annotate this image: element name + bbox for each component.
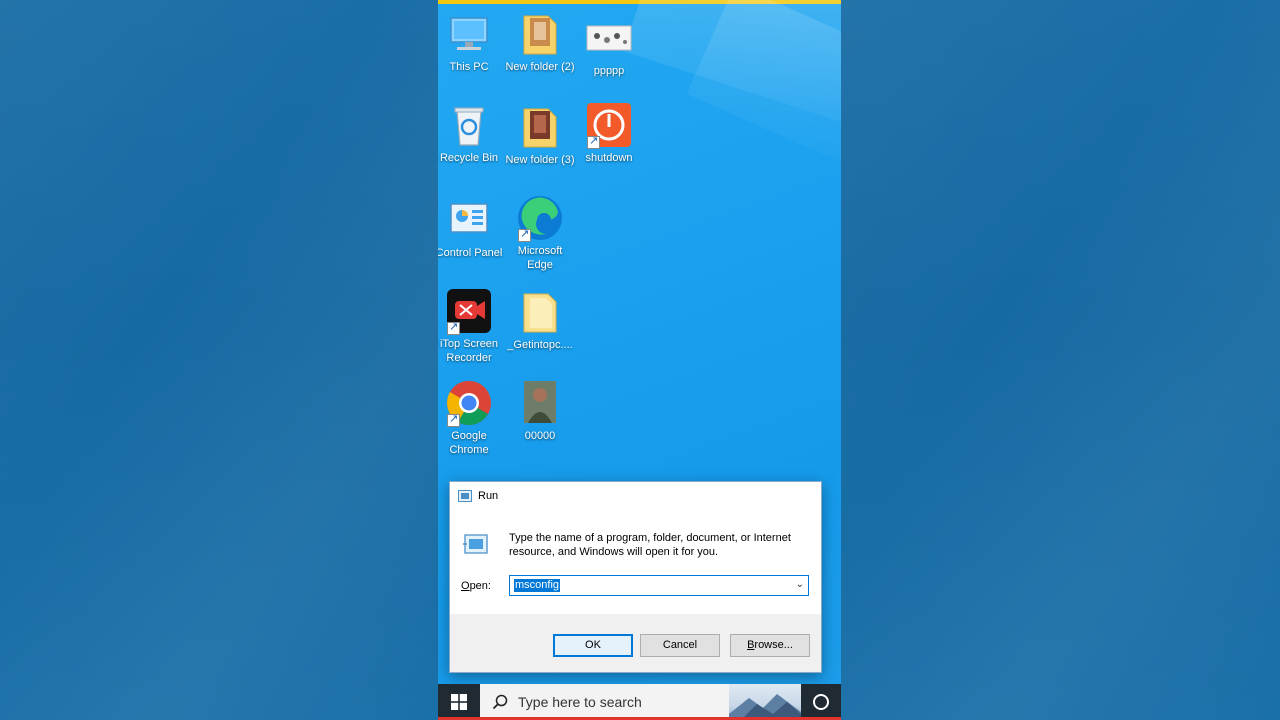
desktop-icon-label: Recycle Bin bbox=[439, 152, 499, 164]
cancel-button[interactable]: Cancel bbox=[640, 634, 720, 657]
open-input-value[interactable]: msconfig bbox=[514, 579, 561, 592]
search-highlight-image bbox=[729, 684, 801, 720]
desktop-icon-label: 00000 bbox=[524, 430, 556, 442]
run-program-icon bbox=[463, 534, 488, 554]
shortcut-arrow-icon bbox=[447, 412, 460, 427]
desktop-icon-shutdown[interactable]: shutdown bbox=[574, 101, 644, 165]
folder-icon bbox=[516, 288, 564, 336]
recycle-bin-icon bbox=[445, 101, 493, 149]
desktop-icon-new-folder-2[interactable]: New folder (2) bbox=[505, 10, 575, 74]
folder-icon bbox=[516, 103, 564, 151]
desktop-icon-label: Google Chrome bbox=[449, 430, 489, 456]
desktop-icon-label: ppppp bbox=[593, 65, 625, 77]
run-icon bbox=[458, 490, 472, 502]
power-icon bbox=[585, 101, 633, 149]
shortcut-arrow-icon bbox=[587, 134, 600, 149]
run-dialog: Run Type the name of a program, folder, … bbox=[449, 481, 822, 673]
start-button[interactable] bbox=[438, 684, 480, 720]
desktop-icon-label: This PC bbox=[449, 61, 489, 73]
desktop-icon-ppppp[interactable]: ppppp bbox=[574, 14, 644, 78]
background-left bbox=[0, 0, 438, 720]
desktop-icon-label: _Getintopc.... bbox=[507, 339, 573, 351]
shortcut-arrow-icon bbox=[518, 227, 531, 242]
run-footer: OK Cancel Browse... bbox=[450, 614, 821, 672]
cortana-icon[interactable] bbox=[813, 694, 829, 710]
windows-logo-icon bbox=[451, 694, 467, 710]
open-label: Open: bbox=[461, 580, 491, 592]
chrome-icon bbox=[445, 379, 493, 427]
desktop-icon-new-folder-3[interactable]: New folder (3) bbox=[505, 103, 575, 167]
desktop-icon-label: Microsoft Edge bbox=[517, 245, 563, 271]
desktop-icon-control-panel[interactable]: Control Panel bbox=[438, 196, 504, 260]
computer-icon bbox=[445, 10, 493, 58]
image-file-icon bbox=[585, 14, 633, 62]
desktop-icon-itop-screen-recorder[interactable]: iTop Screen Recorder bbox=[438, 287, 504, 365]
open-combobox[interactable]: msconfig ⌄ bbox=[509, 575, 809, 596]
browse-button[interactable]: Browse... bbox=[730, 634, 810, 657]
desktop-icon-label: iTop Screen Recorder bbox=[439, 338, 499, 364]
desktop-icon-recycle-bin[interactable]: Recycle Bin bbox=[438, 101, 504, 165]
desktop-icon-label: shutdown bbox=[585, 152, 633, 164]
chevron-down-icon[interactable]: ⌄ bbox=[796, 579, 804, 590]
shortcut-arrow-icon bbox=[447, 320, 460, 335]
photo-icon bbox=[516, 379, 564, 427]
taskbar: Type here to search bbox=[438, 684, 841, 720]
search-placeholder: Type here to search bbox=[518, 694, 642, 710]
control-panel-icon bbox=[445, 196, 493, 244]
desktop-icon-00000[interactable]: 00000 bbox=[505, 379, 575, 443]
desktop-icon-this-pc[interactable]: This PC bbox=[438, 10, 504, 74]
desktop-icon-label: New folder (3) bbox=[505, 154, 575, 166]
run-title: Run bbox=[478, 490, 499, 502]
edge-icon bbox=[516, 194, 564, 242]
desktop-icon-google-chrome[interactable]: Google Chrome bbox=[438, 379, 504, 457]
run-description: Type the name of a program, folder, docu… bbox=[509, 532, 791, 558]
screen-recorder-icon bbox=[445, 287, 493, 335]
folder-icon bbox=[516, 10, 564, 58]
search-icon bbox=[492, 694, 508, 710]
desktop-icon-label: New folder (2) bbox=[505, 61, 575, 73]
desktop-icon-label: Control Panel bbox=[438, 247, 503, 259]
background-right bbox=[841, 0, 1280, 720]
ok-button[interactable]: OK bbox=[553, 634, 633, 657]
taskbar-search-box[interactable]: Type here to search bbox=[480, 684, 801, 720]
desktop-icon-getintopc[interactable]: _Getintopc.... bbox=[505, 288, 575, 352]
run-titlebar[interactable]: Run bbox=[450, 482, 821, 510]
desktop-icon-microsoft-edge[interactable]: Microsoft Edge bbox=[505, 194, 575, 272]
